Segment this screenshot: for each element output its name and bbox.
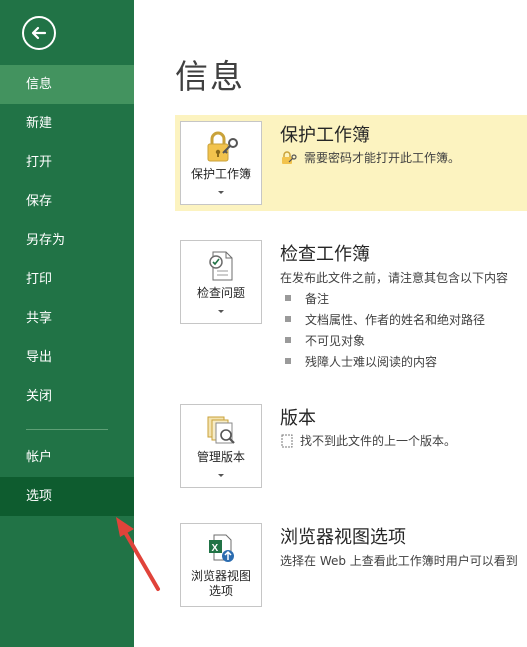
nav-item-print[interactable]: 打印 [0,260,134,299]
bullet-text: 残障人士难以阅读的内容 [305,355,438,369]
protect-workbook-title: 保护工作簿 [280,125,370,146]
inspect-bullet: 残障人士难以阅读的内容 [285,353,437,370]
bullet-square-icon [285,316,291,322]
inspect-bullet: 文档属性、作者的姓名和绝对路径 [285,311,485,328]
small-lock-icon [282,151,297,164]
inspect-document-icon [209,251,233,281]
inspect-workbook-title: 检查工作簿 [280,244,370,265]
dropdown-caret-icon [218,474,224,477]
inspect-workbook-desc: 在发布此文件之前，请注意其包含以下内容 [280,271,509,285]
manage-versions-button[interactable]: 管理版本 [180,404,262,488]
nav-item-open[interactable]: 打开 [0,143,134,182]
browser-view-desc: 选择在 Web 上查看此工作簿时用户可以看到 [280,554,518,568]
inspect-bullet: 不可见对象 [285,332,365,349]
browser-view-options-button-label: 浏览器视图 选项 [181,569,261,599]
nav-item-save-as[interactable]: 另存为 [0,221,134,260]
nav-item-save[interactable]: 保存 [0,182,134,221]
manage-versions-button-label: 管理版本 [196,450,245,464]
browser-view-title: 浏览器视图选项 [280,527,406,548]
nav-item-account[interactable]: 帐户 [0,438,134,477]
versions-desc: 找不到此文件的上一个版本。 [300,434,457,448]
versions-title: 版本 [280,408,316,429]
back-button[interactable] [22,16,56,50]
bullet-text: 文档属性、作者的姓名和绝对路径 [305,313,486,327]
check-issues-button-label: 检查问题 [196,286,245,300]
protect-workbook-desc: 需要密码才能打开此工作簿。 [304,151,461,165]
lock-key-icon [207,131,238,162]
dropdown-caret-icon [218,191,224,194]
inspect-bullet: 备注 [285,290,329,307]
manage-versions-icon [207,416,235,444]
browser-view-options-button[interactable]: X 浏览器视图 选项 [180,523,262,607]
protect-workbook-button[interactable]: 保护工作簿 [180,121,262,205]
dropdown-caret-icon [218,310,224,313]
inspect-workbook-section: 检查问题 检查工作簿 在发布此文件之前，请注意其包含以下内容 备注 文档属性、作… [175,234,527,374]
button-label-line1: 浏览器视图 [190,569,251,583]
nav-item-share[interactable]: 共享 [0,299,134,338]
annotation-arrow-icon [116,517,160,591]
bullet-square-icon [285,295,291,301]
nav-item-export[interactable]: 导出 [0,338,134,377]
browser-view-section: X 浏览器视图 选项 浏览器视图选项 选择在 Web 上查看此工作簿时用户可以看… [175,517,527,617]
svg-text:X: X [212,543,219,554]
sidebar-divider [26,429,108,430]
check-issues-button[interactable]: 检查问题 [180,240,262,324]
back-arrow-icon [31,26,47,40]
button-label-line2: 选项 [208,584,233,598]
no-version-icon [281,434,293,448]
protect-workbook-button-label: 保护工作簿 [190,167,251,181]
page-title: 信息 [175,57,245,96]
bullet-square-icon [285,337,291,343]
nav-item-new[interactable]: 新建 [0,104,134,143]
nav-item-options[interactable]: 选项 [0,477,134,516]
bullet-text: 备注 [305,292,330,306]
protect-workbook-section: 保护工作簿 保护工作簿 需要密码才能打开此工作簿。 [175,115,527,211]
versions-section: 管理版本 版本 找不到此文件的上一个版本。 [175,398,527,494]
excel-web-icon: X [209,534,234,562]
protect-workbook-desc-row: 需要密码才能打开此工作簿。 [280,149,460,166]
nav-item-close[interactable]: 关闭 [0,377,134,416]
bullet-text: 不可见对象 [305,334,366,348]
versions-desc-row: 找不到此文件的上一个版本。 [280,432,456,449]
bullet-square-icon [285,358,291,364]
nav-item-info[interactable]: 信息 [0,65,134,104]
